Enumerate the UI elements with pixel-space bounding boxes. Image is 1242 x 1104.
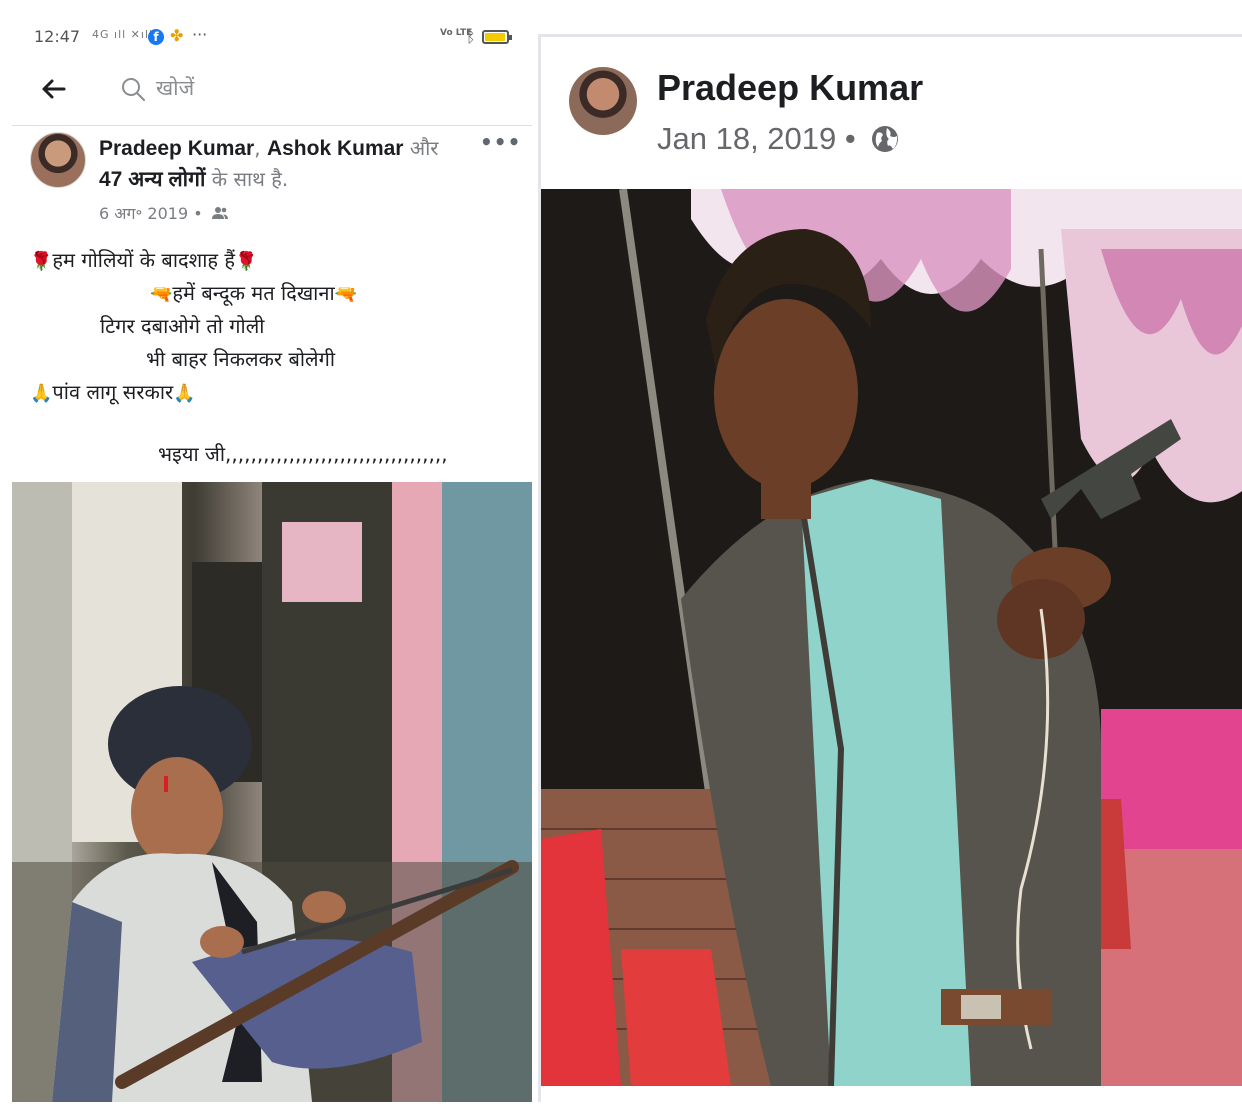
battery-icon [482,30,512,44]
post-photo[interactable] [12,482,532,1102]
post-text: 🌹हम गोलियों के बादशाह हैं🌹 🔫हमें बन्दूक … [30,244,500,409]
post-line: 🔫हमें बन्दूक मत दिखाना🔫 [30,277,500,310]
search-icon [122,78,145,101]
bluetooth-icon: ᛒ [466,27,476,46]
status-time: 12:47 [34,27,81,46]
more-dots-icon[interactable]: ••• [480,130,521,154]
pray-icon: 🙏 [173,383,196,404]
post-meta: 6 अग॰ 2019 • [99,202,228,224]
post-meta: Jan 18, 2019 • [657,121,900,157]
search-input[interactable]: खोजें [156,74,194,102]
others-link[interactable]: 47 अन्य लोगों [99,168,205,191]
post-line: भी बाहर निकलकर बोलेगी [146,347,336,371]
rose-icon: 🌹 [30,251,53,272]
photo-man-with-revolver [541,189,1242,1086]
post-line: 🙏पांव लागू सरकार🙏 [30,376,500,409]
status-more-icon: ··· [192,25,208,44]
pray-icon: 🙏 [30,383,53,404]
status-bar: 12:47 4G ıll ✕ıll f ✤ ··· Vo LTE ᛒ [34,25,514,50]
rose-icon: 🌹 [235,251,258,272]
left-screenshot: 12:47 4G ıll ✕ıll f ✤ ··· Vo LTE ᛒ खोजें… [0,0,533,1104]
post-closing: भइया जी,,,,,,,,,,,,,,,,,,,,,,,,,,,,,,,,,… [158,442,448,466]
avatar[interactable] [569,67,637,135]
author-name[interactable]: Pradeep Kumar [657,67,923,109]
post-photo[interactable] [541,189,1242,1086]
globe-icon [872,126,899,152]
post-line: टिगर दबाओगे तो गोली [100,314,265,338]
photo-man-with-rifle [12,482,532,1102]
post-header: Pradeep Kumar, Ashok Kumar और 47 अन्य लो… [99,136,439,191]
facebook-notification-icon: f [148,29,164,45]
water-gun-icon: 🔫 [334,284,358,305]
post-date[interactable]: 6 अग॰ 2019 • [99,204,203,223]
signal-icon: 4G ıll ✕ıll [92,28,154,41]
post-line: 🌹हम गोलियों के बादशाह हैं🌹 [30,244,500,277]
author-link[interactable]: Pradeep Kumar [99,137,254,160]
avatar[interactable] [30,132,86,188]
post-date[interactable]: Jan 18, 2019 • [657,121,856,156]
tagged-user-link[interactable]: Ashok Kumar [267,137,404,160]
search-bar: खोजें [0,60,533,122]
apps-icon: ✤ [170,26,184,45]
friends-icon [211,207,228,219]
back-arrow-icon[interactable] [38,74,68,104]
water-gun-icon: 🔫 [150,284,173,305]
divider [12,125,532,126]
right-screenshot: Pradeep Kumar Jan 18, 2019 • [538,34,1242,1102]
